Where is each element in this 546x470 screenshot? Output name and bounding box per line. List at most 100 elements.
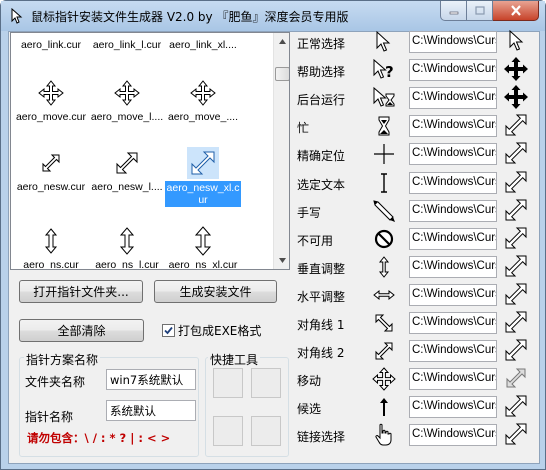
clear-all-button[interactable]: 全部清除 [19,319,144,342]
list-item-label: aero_move.cur [15,111,87,123]
resize-btn-icon[interactable] [503,225,529,251]
cursor-path-input[interactable]: C:\Windows\Curs [409,199,497,222]
scroll-down-button[interactable] [274,252,289,269]
cursor-role-row: 忙 C:\Windows\Curs [297,113,535,141]
cursor-role-row: 精确定位 C:\Windows\Curs [297,141,535,169]
chevron-up-icon [279,39,286,44]
resize-gray-btn-icon[interactable] [503,365,529,391]
list-item[interactable]: aero_nesw.cur [13,147,89,193]
cursor-role-row: 对角线 2 C:\Windows\Curs [297,338,535,366]
resize-btn-icon[interactable] [503,197,529,223]
svg-text:?: ? [385,63,394,81]
quick-tool-button-4[interactable] [251,416,281,446]
list-item[interactable]: aero_move_l.... [89,77,165,123]
resize-btn-icon[interactable] [503,309,529,335]
quick-tool-button-2[interactable] [251,368,281,398]
cursor-path-input[interactable]: C:\Windows\Curs [409,227,497,250]
list-item-label: aero_link.cur [20,39,82,51]
pen-cursor-icon [373,199,395,222]
cursor-path-input[interactable]: C:\Windows\Curs [409,31,497,53]
minimize-button[interactable] [440,1,467,21]
cursor-role-row: 选定文本 C:\Windows\Curs [297,170,535,198]
open-folder-button[interactable]: 打开指针文件夹... [19,280,143,303]
resize-btn-icon[interactable] [503,253,529,279]
folder-name-input[interactable]: win7系统默认 [106,369,196,390]
list-item[interactable]: aero_ns.cur [13,225,89,270]
list-item[interactable]: aero_nesw_l.... [89,147,165,193]
close-button[interactable] [493,1,539,21]
list-item-label: aero_nesw_xl.cur [165,181,241,207]
quick-tools-group: 快捷工具 [205,351,289,457]
cursor-path-input[interactable]: C:\Windows\Curs [409,143,497,166]
diag-nesw-icon [42,154,60,172]
list-item-selected[interactable]: aero_nesw_xl.cur [165,147,241,207]
diag-nesw-icon [116,152,138,174]
resize-btn-icon[interactable] [503,337,529,363]
resize-btn-icon[interactable] [503,169,529,195]
crosshair-cursor-icon [374,144,394,165]
cursor-path-input[interactable]: C:\Windows\Curs [409,283,497,306]
move-icon [114,80,140,106]
cursor-role-row: 帮助选择? C:\Windows\Curs [297,57,535,85]
cursor-path-input[interactable]: C:\Windows\Curs [409,87,497,110]
list-item-label: aero_ns.cur [23,259,79,270]
help-cursor-icon: ? [373,58,394,81]
list-item[interactable]: aero_ns_l.cur [89,225,165,269]
pack-exe-checkbox[interactable]: 打包成EXE格式 [162,322,261,339]
cursor-role-label: 选定文本 [297,177,346,192]
diag2-resize-cursor-icon [375,342,393,360]
quick-tool-button-3[interactable] [213,416,243,446]
cursor-path-input[interactable]: C:\Windows\Curs [409,312,497,334]
checkbox-box[interactable] [162,324,175,337]
warning-text: 请勿包含：\ / : * ? | : < > [27,431,171,445]
arrow-btn-icon[interactable] [503,28,529,54]
list-item[interactable]: aero_move_.... [165,77,241,123]
folder-name-label: 文件夹名称 [25,375,86,389]
list-item[interactable]: aero_link_l.cur [89,39,165,51]
cursor-path-input[interactable]: C:\Windows\Curs [409,171,497,194]
list-item[interactable]: aero_link.cur [13,39,89,51]
quick-tool-button-1[interactable] [213,368,243,398]
cursor-path-input[interactable]: C:\Windows\Curs [409,115,497,138]
app-icon [11,8,23,24]
checkmark-icon [164,326,173,335]
cursor-path-input[interactable]: C:\Windows\Curs [409,59,497,82]
list-item[interactable]: aero_link_xl.... [165,39,241,51]
horz-resize-cursor-icon [373,289,395,300]
cursor-role-label: 候选 [297,402,322,417]
resize-btn-icon[interactable] [503,112,529,138]
cursor-role-label: 后台运行 [297,93,346,108]
cursor-role-row: 正常选择 C:\Windows\Curs [297,29,535,57]
scroll-up-button[interactable] [274,33,289,50]
resize-btn-icon[interactable] [503,140,529,166]
cursor-path-input[interactable]: C:\Windows\Curs [409,396,497,419]
list-item-label: aero_link_l.cur [92,39,162,51]
resize-btn-icon[interactable] [503,281,529,307]
resize-btn-icon[interactable] [503,421,529,447]
resize-btn-icon[interactable] [503,393,529,419]
pointer-name-input[interactable]: 系统默认 [106,400,196,421]
cursor-role-row: 不可用 C:\Windows\Curs [297,226,535,254]
app-window: 鼠标指针安装文件生成器 V2.0 by 『肥鱼』深度会员专用版 aero_lin… [0,0,546,470]
list-scrollbar[interactable] [273,33,289,269]
cursor-path-input[interactable]: C:\Windows\Curs [409,255,497,278]
cursor-path-input[interactable]: C:\Windows\Curs [409,424,497,447]
list-item-label: aero_ns_xl.cur [168,259,238,270]
cursor-file-list[interactable]: aero_link.cur aero_link_l.cur aero_link_… [10,32,290,270]
chevron-down-icon [279,258,286,263]
title-bar[interactable]: 鼠标指针安装文件生成器 V2.0 by 『肥鱼』深度会员专用版 [1,1,545,31]
cursor-path-input[interactable]: C:\Windows\Curs [409,368,497,391]
list-item[interactable]: aero_ns_xl.cur [165,225,241,270]
generate-button[interactable]: 生成安装文件 [154,280,277,303]
maximize-button[interactable] [467,1,493,21]
list-item-label: aero_link_xl.... [169,39,237,51]
diag1-resize-cursor-icon [375,314,393,332]
move-icon [190,80,216,106]
list-item[interactable]: aero_move.cur [13,77,89,123]
move-btn-icon[interactable] [503,84,529,110]
cursor-path-input[interactable]: C:\Windows\Curs [409,340,497,363]
cursor-role-row: 链接选择 C:\Windows\Curs [297,422,535,450]
scroll-thumb[interactable] [275,67,289,81]
move-btn-icon[interactable] [503,56,529,82]
scheme-group-title: 指针方案名称 [24,351,101,368]
